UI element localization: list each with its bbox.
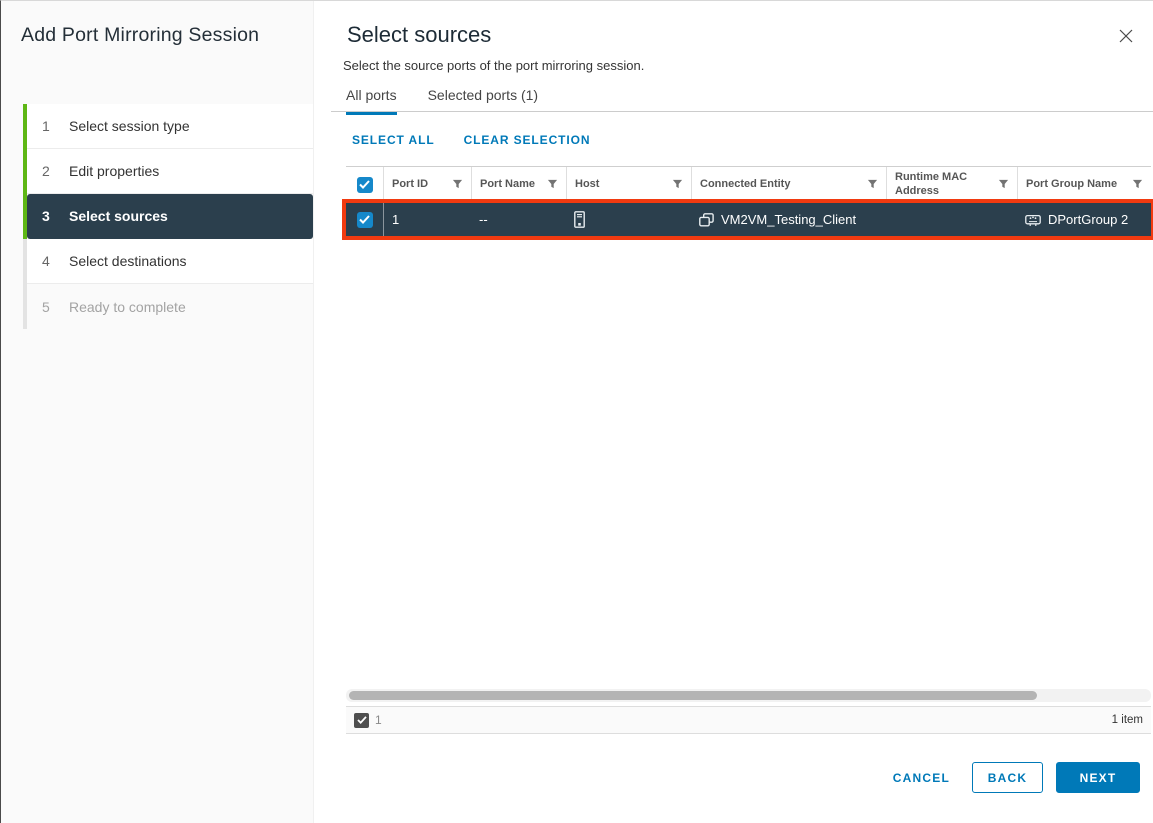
cell-port-group: DPortGroup 2 [1017, 203, 1151, 236]
step-number: 2 [42, 163, 52, 179]
grid-empty-body [346, 236, 1151, 689]
step-edit-properties[interactable]: 2 Edit properties [27, 149, 313, 194]
add-port-mirroring-dialog: { "colors": { "accent_blue": "#0079b8", … [0, 0, 1153, 823]
step-label: Select sources [69, 208, 168, 224]
filter-icon[interactable] [672, 179, 683, 190]
step-number: 3 [42, 208, 52, 224]
cell-host [566, 203, 691, 236]
filter-icon[interactable] [452, 179, 463, 190]
step-number: 4 [42, 253, 52, 269]
selection-toolbar: SELECT ALL CLEAR SELECTION [352, 133, 590, 147]
grid-header-row: Port ID Port Name Host Connected Entity [346, 166, 1151, 203]
row-checkbox-cell [346, 203, 383, 236]
step-label: Edit properties [69, 163, 159, 179]
step-ready-to-complete: 5 Ready to complete [27, 284, 313, 329]
wizard-steps: 1 Select session type 2 Edit properties … [23, 104, 313, 329]
wizard-sidebar: Add Port Mirroring Session 1 Select sess… [1, 1, 314, 823]
filter-icon[interactable] [547, 179, 558, 190]
scrollbar-thumb[interactable] [349, 691, 1037, 700]
back-button[interactable]: BACK [972, 762, 1043, 793]
page-subtitle: Select the source ports of the port mirr… [343, 58, 644, 73]
step-number: 1 [42, 118, 52, 134]
step-progress-track [23, 104, 27, 329]
item-count: 1 item [1112, 714, 1143, 726]
cell-port-id: 1 [383, 203, 471, 236]
column-header-host: Host [566, 167, 691, 202]
cancel-button[interactable]: CANCEL [893, 762, 950, 793]
clear-selection-button[interactable]: CLEAR SELECTION [464, 133, 591, 147]
page-title: Select sources [347, 22, 491, 48]
port-group-icon [1025, 213, 1041, 227]
close-icon[interactable] [1117, 27, 1135, 45]
column-header-port-id: Port ID [383, 167, 471, 202]
column-header-runtime-mac: Runtime MAC Address [886, 167, 1017, 202]
step-number: 5 [42, 299, 52, 315]
filter-icon[interactable] [1132, 179, 1143, 190]
cell-runtime-mac [886, 203, 1017, 236]
tabs-divider [331, 111, 1153, 112]
vm-icon [699, 213, 714, 227]
host-icon [574, 211, 585, 228]
header-checkbox[interactable] [357, 177, 373, 193]
row-checkbox[interactable] [357, 212, 373, 228]
step-label: Select session type [69, 118, 190, 134]
cell-port-name: -- [471, 203, 566, 236]
footer-selected-checkbox[interactable] [354, 713, 369, 728]
horizontal-scrollbar[interactable] [346, 689, 1151, 702]
step-select-sources[interactable]: 3 Select sources [27, 194, 313, 239]
column-header-port-name: Port Name [471, 167, 566, 202]
cell-connected-entity: VM2VM_Testing_Client [691, 203, 886, 236]
next-button[interactable]: NEXT [1056, 762, 1140, 793]
step-select-destinations[interactable]: 4 Select destinations [27, 239, 313, 284]
table-row-port-1[interactable]: 1 -- VM [346, 203, 1151, 236]
wizard-title: Add Port Mirroring Session [21, 23, 296, 47]
grid-footer: 1 1 item [346, 706, 1151, 734]
step-label: Select destinations [69, 253, 187, 269]
column-header-port-group: Port Group Name [1017, 167, 1151, 202]
step-progress-bar [23, 104, 27, 239]
column-header-connected-entity: Connected Entity [691, 167, 886, 202]
filter-icon[interactable] [998, 179, 1009, 190]
ports-grid: Port ID Port Name Host Connected Entity [346, 166, 1151, 734]
selected-count: 1 [375, 713, 382, 727]
filter-icon[interactable] [867, 179, 878, 190]
dialog-actions: CANCEL BACK NEXT [893, 762, 1140, 793]
select-all-button[interactable]: SELECT ALL [352, 133, 435, 147]
select-all-checkbox-cell [346, 167, 383, 202]
wizard-content-panel: Select sources Select the source ports o… [314, 1, 1153, 823]
step-label: Ready to complete [69, 299, 186, 315]
step-select-session-type[interactable]: 1 Select session type [27, 104, 313, 149]
